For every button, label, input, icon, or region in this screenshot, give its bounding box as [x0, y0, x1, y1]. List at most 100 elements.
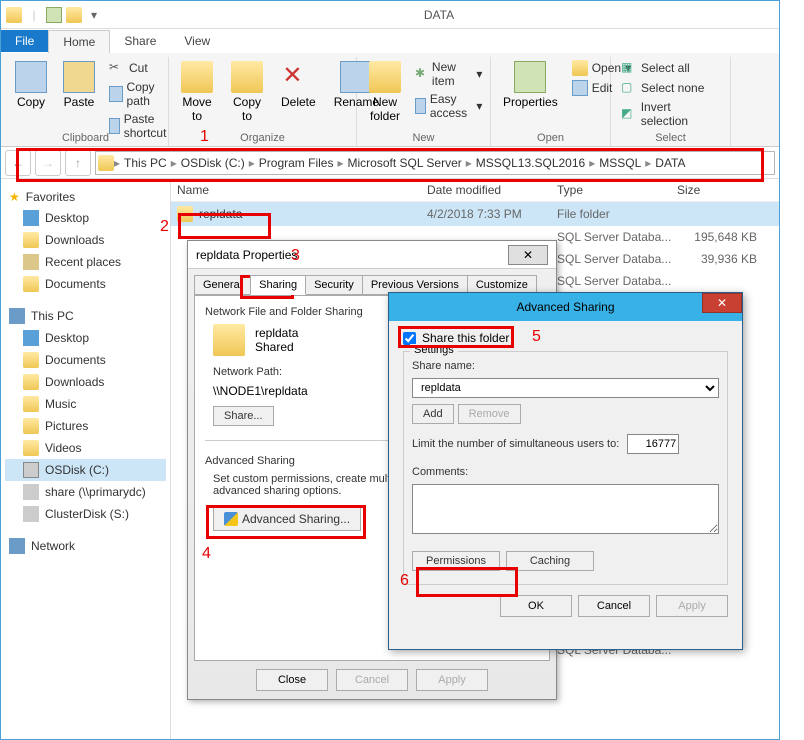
nav-desktop[interactable]: Desktop	[5, 207, 166, 229]
adv-ok[interactable]: OK	[500, 595, 572, 617]
delete-button[interactable]: ✕Delete	[275, 59, 322, 125]
forward-button[interactable]: →	[35, 150, 61, 176]
caching-button[interactable]: Caching	[506, 551, 594, 571]
col-size[interactable]: Size	[677, 183, 757, 197]
remove-button[interactable]: Remove	[458, 404, 521, 424]
nav-pc-pictures[interactable]: Pictures	[5, 415, 166, 437]
invert-button[interactable]: ◩Invert selection	[617, 99, 724, 129]
nav-pc-cluster[interactable]: ClusterDisk (S:)	[5, 503, 166, 525]
share-folder-checkbox[interactable]: Share this folder	[403, 331, 728, 345]
props-shared-status: Shared	[255, 340, 298, 354]
tab-home[interactable]: Home	[48, 30, 110, 53]
props-apply[interactable]: Apply	[416, 669, 488, 691]
props-tab-sharing[interactable]: Sharing	[250, 275, 306, 295]
limit-spinner[interactable]	[627, 434, 679, 454]
tab-share[interactable]: Share	[110, 30, 170, 52]
row-repldata[interactable]: repldata 4/2/2018 7:33 PM File folder	[171, 202, 779, 226]
nav-pc-music[interactable]: Music	[5, 393, 166, 415]
advanced-sharing-dialog: Advanced Sharing ✕ Share this folder Set…	[388, 292, 743, 650]
folder-icon	[213, 324, 245, 356]
paste-button[interactable]: Paste	[57, 59, 101, 141]
up-button[interactable]: ↑	[65, 150, 91, 176]
settings-legend: Settings	[410, 344, 458, 356]
props-cancel[interactable]: Cancel	[336, 669, 408, 691]
nav-documents[interactable]: Documents	[5, 273, 166, 295]
address-row: ← → ↑ ▸ This PC▸ OSDisk (C:)▸ Program Fi…	[1, 147, 779, 179]
adv-apply[interactable]: Apply	[656, 595, 728, 617]
props-close[interactable]: Close	[256, 669, 328, 691]
moveto-button[interactable]: Move to	[175, 59, 219, 125]
address-bar[interactable]: ▸ This PC▸ OSDisk (C:)▸ Program Files▸ M…	[95, 151, 775, 175]
cut-button[interactable]: ✂Cut	[105, 59, 176, 77]
limit-label: Limit the number of simultaneous users t…	[412, 438, 619, 450]
col-name[interactable]: Name	[177, 183, 427, 197]
properties-button[interactable]: Properties	[497, 59, 564, 111]
nav-pc-downloads[interactable]: Downloads	[5, 371, 166, 393]
comments-label: Comments:	[412, 466, 719, 478]
copypath-button[interactable]: Copy path	[105, 79, 176, 109]
back-button[interactable]: ←	[5, 150, 31, 176]
annotation-num-5: 5	[532, 328, 541, 346]
col-type[interactable]: Type	[557, 183, 677, 197]
props-folder-name: repldata	[255, 326, 298, 340]
crumb-thispc[interactable]: This PC	[120, 156, 171, 170]
advanced-sharing-button[interactable]: Advanced Sharing...	[213, 507, 361, 531]
sharename-select[interactable]: repldata	[412, 378, 719, 398]
copy-button[interactable]: Copy	[9, 59, 53, 141]
newitem-button[interactable]: ✱New item▾	[411, 59, 486, 89]
annotation-num-6: 6	[400, 572, 409, 590]
thispc-header[interactable]: This PC	[5, 305, 166, 327]
newfolder-button[interactable]: New folder	[363, 59, 407, 125]
easyaccess-button[interactable]: Easy access▾	[411, 91, 486, 121]
share-folder-chk-input[interactable]	[403, 332, 416, 345]
copyto-button[interactable]: Copy to	[225, 59, 269, 125]
window-title: DATA	[103, 8, 775, 22]
chevron-down-icon: ▾	[476, 99, 482, 113]
nav-pc-osdisk[interactable]: OSDisk (C:)	[5, 459, 166, 481]
permissions-button[interactable]: Permissions	[412, 551, 500, 571]
adv-cancel[interactable]: Cancel	[578, 595, 650, 617]
copy-label: Copy	[17, 95, 45, 109]
nav-pc-videos[interactable]: Videos	[5, 437, 166, 459]
network-icon	[9, 538, 25, 554]
comments-textarea[interactable]	[412, 484, 719, 534]
crumb-progfiles[interactable]: Program Files	[255, 156, 338, 170]
network-header[interactable]: Network	[5, 535, 166, 557]
newfolder-icon[interactable]	[65, 6, 83, 24]
properties-icon[interactable]	[45, 6, 63, 24]
nav-pc-share[interactable]: share (\\primarydc)	[5, 481, 166, 503]
crumb-instance[interactable]: MSSQL13.SQL2016	[472, 156, 589, 170]
crumb-mssqlsub[interactable]: MSSQL	[595, 156, 645, 170]
favorites-header[interactable]: ★Favorites	[5, 187, 166, 207]
ribbon: Copy Paste ✂Cut Copy path Paste shortcut…	[1, 53, 779, 147]
adv-close-button[interactable]: ✕	[702, 293, 742, 313]
tab-view[interactable]: View	[170, 30, 224, 52]
nav-recent[interactable]: Recent places	[5, 251, 166, 273]
props-close-button[interactable]: ✕	[508, 245, 548, 265]
add-button[interactable]: Add	[412, 404, 454, 424]
tab-file[interactable]: File	[1, 30, 48, 52]
props-tab-general[interactable]: General	[194, 275, 251, 295]
annotation-num-2: 2	[160, 218, 169, 236]
nav-pc-documents[interactable]: Documents	[5, 349, 166, 371]
adv-title: Advanced Sharing	[516, 300, 614, 314]
nav-downloads[interactable]: Downloads	[5, 229, 166, 251]
folder-icon	[5, 6, 23, 24]
shield-icon	[224, 512, 238, 526]
folder-icon	[177, 206, 193, 222]
sharename-label: Share name:	[412, 360, 719, 372]
nav-pc-desktop[interactable]: Desktop	[5, 327, 166, 349]
ribbon-tabs: File Home Share View	[1, 29, 779, 53]
selectall-button[interactable]: ▦Select all	[617, 59, 724, 77]
annotation-num-3: 3	[291, 247, 300, 265]
crumb-osdisk[interactable]: OSDisk (C:)	[177, 156, 249, 170]
share-button[interactable]: Share...	[213, 406, 274, 426]
clipboard-group-label: Clipboard	[3, 132, 168, 144]
crumb-data[interactable]: DATA	[651, 156, 689, 170]
col-date[interactable]: Date modified	[427, 183, 557, 197]
qat-dropdown-icon[interactable]: ▾	[85, 6, 103, 24]
new-group-label: New	[357, 132, 490, 144]
crumb-mssql[interactable]: Microsoft SQL Server	[344, 156, 466, 170]
props-tab-security[interactable]: Security	[305, 275, 363, 295]
selectnone-button[interactable]: ▢Select none	[617, 79, 724, 97]
